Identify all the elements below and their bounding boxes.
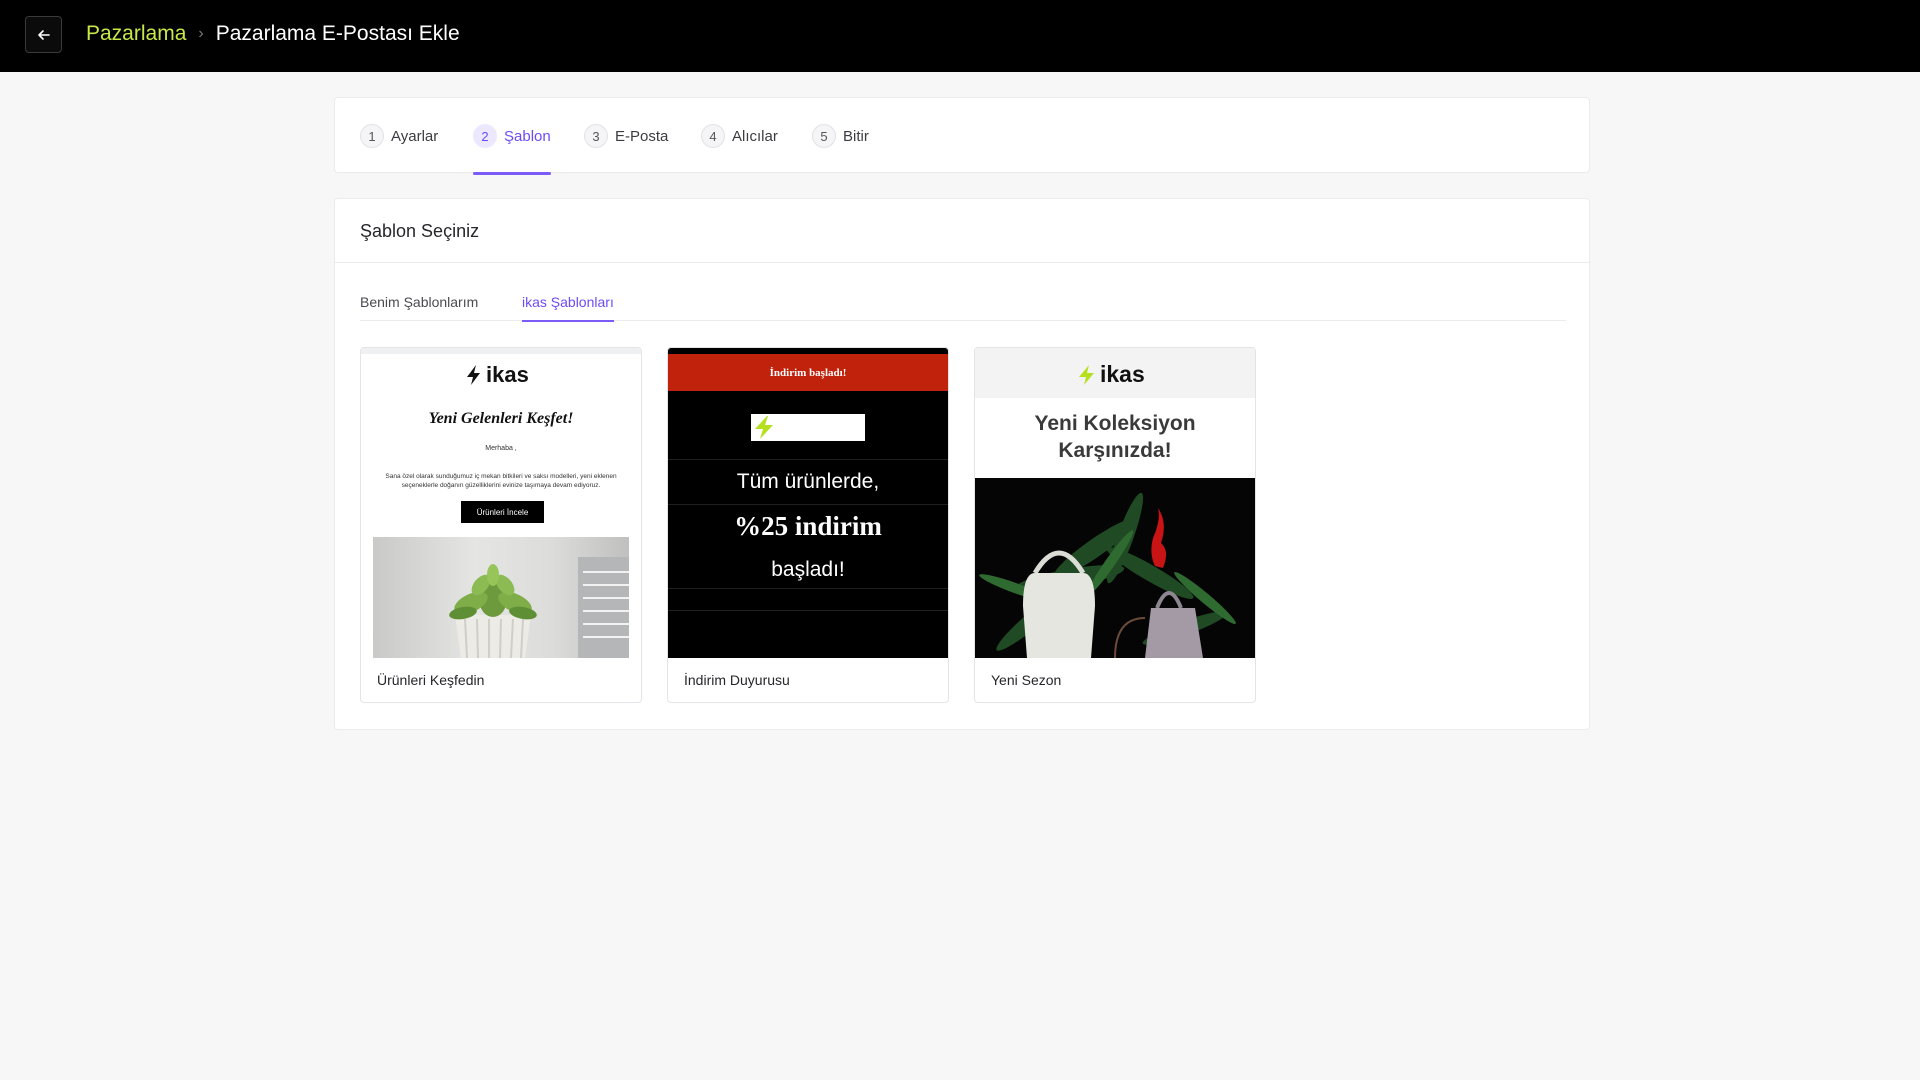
ikas-logo: ikas [465, 362, 529, 388]
wizard-stepper: 1 Ayarlar 2 Şablon 3 E-Posta 4 Alıcılar … [334, 97, 1590, 175]
template-preview: İndirim başladı! Tüm ürünlerde, %25 indi… [668, 348, 948, 658]
divider [668, 610, 948, 611]
step-label: E-Posta [615, 127, 669, 145]
template-name: İndirim Duyurusu [684, 672, 790, 688]
page-title: Pazarlama E-Postası Ekle [215, 22, 460, 45]
template-name: Yeni Sezon [991, 672, 1062, 688]
step-number: 4 [701, 124, 725, 148]
arrow-left-icon [37, 29, 50, 40]
template-preview: ikas Yeni Koleksiyon Karşınızda! [975, 348, 1255, 658]
plant-photo [373, 537, 629, 658]
step-label: Bitir [843, 127, 869, 145]
divider [668, 588, 948, 589]
step-number: 2 [473, 124, 497, 148]
template-card-urunleri-kesfedin[interactable]: ikas Yeni Gelenleri Keşfet! Merhaba , Sa… [360, 347, 642, 703]
logo-placeholder [751, 414, 865, 441]
top-bar: Pazarlama › Pazarlama E-Postası Ekle [0, 0, 1920, 72]
step-label: Şablon [504, 127, 551, 145]
preview-cta-button: Ürünleri İncele [461, 501, 544, 523]
divider [668, 504, 948, 505]
preview-heading: Yeni Gelenleri Keşfet! [428, 410, 574, 427]
step-label: Alıcılar [732, 127, 778, 145]
step-e-posta[interactable]: 3 E-Posta [584, 98, 668, 174]
breadcrumb: Pazarlama › Pazarlama E-Postası Ekle [86, 22, 460, 46]
preview-line-3: başladı! [771, 558, 845, 581]
step-ayarlar[interactable]: 1 Ayarlar [360, 98, 438, 174]
step-number: 5 [812, 124, 836, 148]
lightning-bolt-icon [467, 365, 480, 385]
lightning-bolt-icon [1079, 364, 1094, 385]
template-preview: ikas Yeni Gelenleri Keşfet! Merhaba , Sa… [361, 348, 641, 658]
step-bitir[interactable]: 5 Bitir [812, 98, 869, 174]
handbags-photo [975, 478, 1255, 658]
tab-my-templates[interactable]: Benim Şablonlarım [360, 294, 478, 321]
divider [668, 459, 948, 460]
template-selection-panel: Şablon Seçiniz Benim Şablonlarım ikas Şa… [334, 198, 1590, 730]
preview-heading-line-2: Karşınızda! [1058, 439, 1172, 462]
step-sablon[interactable]: 2 Şablon [473, 98, 551, 175]
breadcrumb-link-pazarlama[interactable]: Pazarlama [86, 22, 186, 46]
ikas-logo: ikas [1077, 361, 1145, 388]
panel-header: Şablon Seçiniz [335, 199, 1589, 263]
preview-line-2: %25 indirim [734, 511, 882, 541]
logo-text: ikas [486, 362, 529, 387]
panel-title: Şablon Seçiniz [360, 221, 480, 241]
template-card-yeni-sezon[interactable]: ikas Yeni Koleksiyon Karşınızda! Yeni Se… [974, 347, 1256, 703]
step-label: Ayarlar [391, 127, 439, 145]
template-tabs: Benim Şablonlarım ikas Şablonları [360, 291, 1566, 322]
logo-text: ikas [1100, 361, 1145, 387]
tab-ikas-templates[interactable]: ikas Şablonları [522, 294, 614, 322]
preview-heading: Yeni Koleksiyon Karşınızda! [975, 410, 1255, 464]
preview-top-strip [361, 348, 641, 354]
sale-banner: İndirim başladı! [668, 354, 948, 391]
preview-body: Sana özel olarak sunduğumuz iç mekan bit… [385, 473, 617, 489]
chevron-right-icon: › [198, 25, 204, 42]
template-card-indirim-duyurusu[interactable]: İndirim başladı! Tüm ürünlerde, %25 indi… [667, 347, 949, 703]
step-number: 1 [360, 124, 384, 148]
step-alicilar[interactable]: 4 Alıcılar [701, 98, 778, 174]
preview-greeting: Merhaba , [485, 445, 517, 452]
back-button[interactable] [25, 16, 62, 53]
preview-heading-line-1: Yeni Koleksiyon [1034, 412, 1196, 435]
step-number: 3 [584, 124, 608, 148]
preview-line-1: Tüm ürünlerde, [736, 470, 880, 493]
lightning-bolt-icon [755, 416, 773, 439]
template-name: Ürünleri Keşfedin [377, 672, 485, 688]
